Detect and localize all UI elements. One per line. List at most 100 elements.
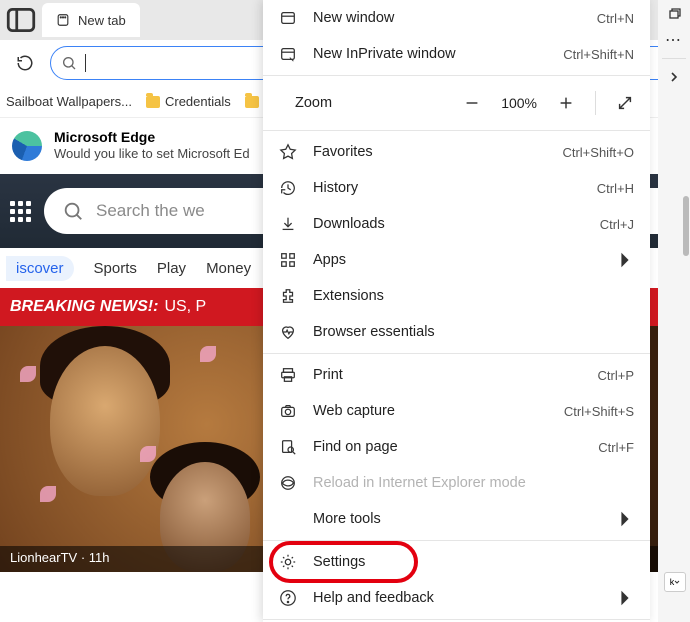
bookmark-item[interactable]: Sailboat Wallpapers... — [6, 94, 132, 109]
menu-reload-ie-mode: Reload in Internet Explorer mode — [263, 465, 650, 501]
bookmark-folder[interactable]: Credentials — [146, 94, 231, 109]
tab-page-icon — [56, 13, 70, 27]
find-icon — [279, 438, 297, 456]
menu-shortcut: Ctrl+F — [598, 440, 634, 455]
feed-tab-sports[interactable]: Sports — [94, 260, 137, 277]
star-icon — [279, 143, 297, 161]
breaking-text: US, P — [164, 298, 206, 316]
menu-more-tools[interactable]: More tools — [263, 501, 650, 537]
history-icon — [279, 179, 297, 197]
window-icon — [279, 9, 297, 27]
bookmark-label: Sailboat Wallpapers... — [6, 94, 132, 109]
menu-new-window[interactable]: New window Ctrl+N — [263, 0, 650, 36]
menu-label: History — [313, 180, 581, 196]
menu-label: Settings — [313, 554, 634, 570]
promo-subtitle: Would you like to set Microsoft Ed — [54, 146, 250, 161]
menu-label: Extensions — [313, 288, 634, 304]
sidebar-badge[interactable]: k — [664, 572, 686, 592]
menu-label: Help and feedback — [313, 590, 600, 606]
zoom-out-button[interactable] — [463, 94, 481, 112]
folder-icon — [146, 96, 160, 108]
menu-label: Web capture — [313, 403, 548, 419]
fullscreen-button[interactable] — [616, 94, 634, 112]
right-rail: ⋯ — [658, 0, 690, 622]
menu-web-capture[interactable]: Web capture Ctrl+Shift+S — [263, 393, 650, 429]
menu-label: Find on page — [313, 439, 582, 455]
menu-separator — [263, 353, 650, 354]
menu-shortcut: Ctrl+P — [598, 368, 634, 383]
breaking-label: BREAKING NEWS!: — [10, 298, 158, 316]
menu-label: New InPrivate window — [313, 46, 547, 62]
menu-shortcut: Ctrl+N — [597, 11, 634, 26]
help-icon — [279, 589, 297, 607]
menu-label: Zoom — [295, 95, 365, 111]
forward-button[interactable] — [664, 67, 684, 87]
menu-shortcut: Ctrl+Shift+S — [564, 404, 634, 419]
menu-separator — [263, 619, 650, 620]
app-menu: New window Ctrl+N New InPrivate window C… — [263, 0, 650, 622]
menu-history[interactable]: History Ctrl+H — [263, 170, 650, 206]
zoom-in-button[interactable] — [557, 94, 575, 112]
feed-tab-discover[interactable]: iscover — [6, 256, 74, 281]
tab-label: New tab — [78, 13, 126, 28]
menu-settings[interactable]: Settings — [263, 544, 650, 580]
menu-apps[interactable]: Apps — [263, 242, 650, 278]
menu-extensions[interactable]: Extensions — [263, 278, 650, 314]
menu-new-inprivate[interactable]: New InPrivate window Ctrl+Shift+N — [263, 36, 650, 72]
edge-logo-icon — [12, 131, 42, 161]
menu-favorites[interactable]: Favorites Ctrl+Shift+O — [263, 134, 650, 170]
menu-separator — [263, 130, 650, 131]
text-caret — [85, 54, 86, 72]
menu-label: Favorites — [313, 144, 546, 160]
menu-label: Downloads — [313, 216, 584, 232]
menu-zoom: Zoom 100% — [263, 79, 650, 127]
submenu-arrow-icon — [616, 589, 634, 607]
menu-help-feedback[interactable]: Help and feedback — [263, 580, 650, 616]
more-button[interactable]: ⋯ — [664, 30, 684, 50]
zoom-value: 100% — [501, 95, 537, 111]
menu-label: Reload in Internet Explorer mode — [313, 475, 634, 491]
divider — [662, 58, 686, 59]
bookmark-label: Credentials — [165, 94, 231, 109]
menu-label: New window — [313, 10, 581, 26]
heartbeat-icon — [279, 323, 297, 341]
menu-shortcut: Ctrl+Shift+N — [563, 47, 634, 62]
search-placeholder: Search the we — [96, 201, 205, 221]
menu-separator — [263, 75, 650, 76]
tab-actions-icon[interactable] — [4, 3, 38, 37]
menu-shortcut: Ctrl+Shift+O — [562, 145, 634, 160]
feed-tab-play[interactable]: Play — [157, 260, 186, 277]
gear-icon — [279, 553, 297, 571]
bookmark-folder[interactable] — [245, 96, 259, 108]
feed-tab-money[interactable]: Money — [206, 260, 251, 277]
menu-print[interactable]: Print Ctrl+P — [263, 357, 650, 393]
menu-shortcut: Ctrl+J — [600, 217, 634, 232]
apps-icon — [279, 251, 297, 269]
scrollbar-thumb[interactable] — [683, 196, 689, 256]
submenu-arrow-icon — [616, 251, 634, 269]
restore-window-icon[interactable] — [664, 4, 684, 24]
folder-icon — [245, 96, 259, 108]
print-icon — [279, 366, 297, 384]
browser-tab[interactable]: New tab — [42, 3, 140, 37]
extensions-icon — [279, 287, 297, 305]
reload-button[interactable] — [8, 46, 42, 80]
inprivate-icon — [279, 45, 297, 63]
app-launcher-icon[interactable] — [10, 201, 34, 222]
capture-icon — [279, 402, 297, 420]
menu-downloads[interactable]: Downloads Ctrl+J — [263, 206, 650, 242]
menu-label: Print — [313, 367, 582, 383]
search-icon — [61, 55, 77, 71]
menu-browser-essentials[interactable]: Browser essentials — [263, 314, 650, 350]
submenu-arrow-icon — [616, 510, 634, 528]
ie-icon — [279, 474, 297, 492]
download-icon — [279, 215, 297, 233]
menu-shortcut: Ctrl+H — [597, 181, 634, 196]
menu-label: Browser essentials — [313, 324, 634, 340]
menu-find-on-page[interactable]: Find on page Ctrl+F — [263, 429, 650, 465]
divider — [595, 91, 596, 115]
menu-label: More tools — [313, 511, 600, 527]
menu-label: Apps — [313, 252, 600, 268]
promo-title: Microsoft Edge — [54, 129, 250, 145]
search-icon — [62, 200, 84, 222]
